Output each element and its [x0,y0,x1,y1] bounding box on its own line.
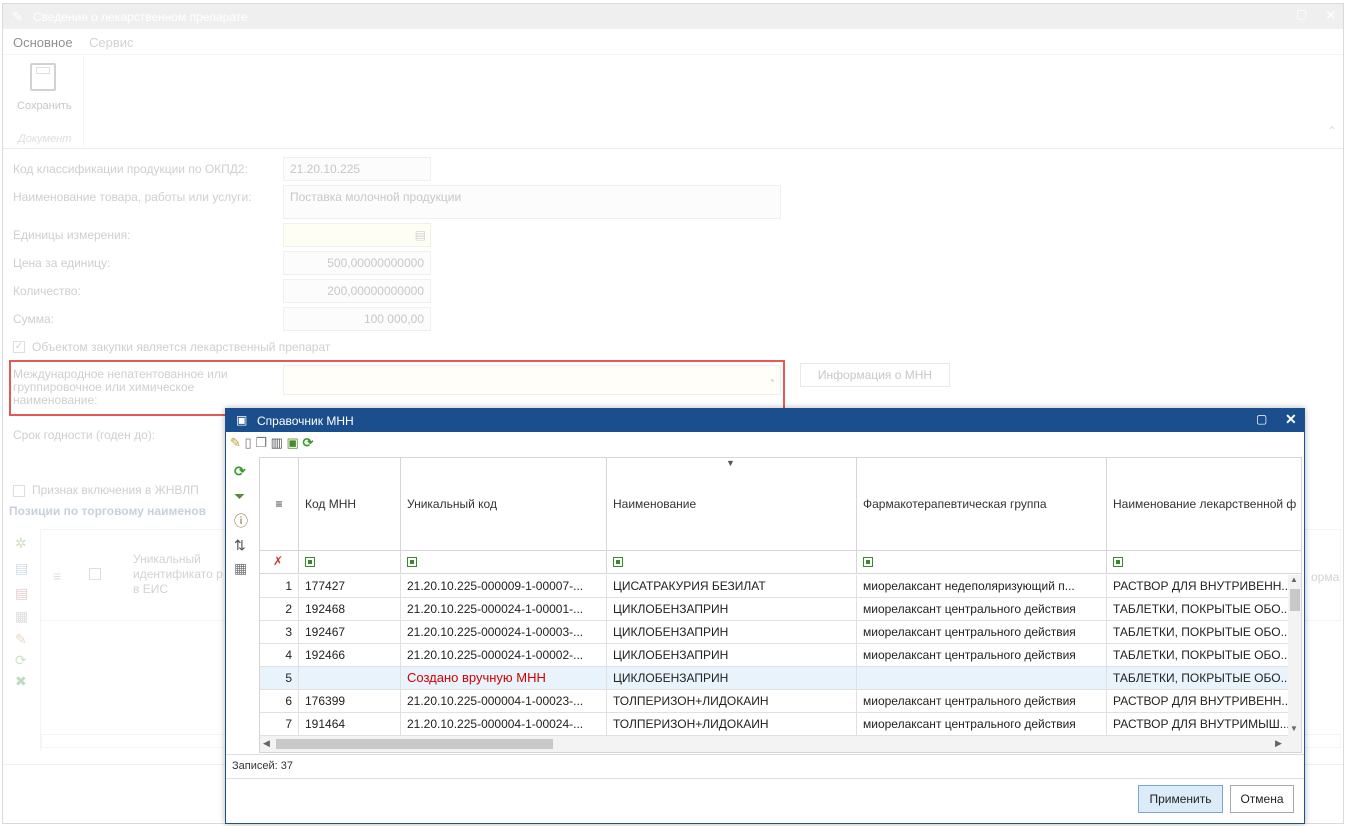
cell-form: ТАБЛЕТКИ, ПОКРЫТЫЕ ОБО... [1113,671,1288,685]
grid-body: 1 177427 21.20.10.225-000009-1-00007-... ЦИ… [260,575,1301,736]
filter-uid[interactable] [401,550,607,574]
table-row[interactable]: 7 191464 21.20.10.225-000004-1-00024-... ТО… [260,713,1301,736]
col-form-header[interactable]: Наименование лекарственной ф [1107,458,1301,550]
filter-clear-icon[interactable]: ✗ [260,550,299,574]
cell-group: миорелаксант центрального действия [857,690,1107,713]
mnn-grid: ≡ Код МНН Уникальный код Наименование ▼ … [259,457,1302,753]
cell-uid: 21.20.10.225-000004-1-00023-... [401,690,607,713]
col-name-label: Наименование [613,497,697,511]
filter-form[interactable] [1107,550,1301,574]
cell-uid: 21.20.10.225-000004-1-00024-... [401,713,607,736]
col-name-header[interactable]: Наименование ▼ [607,458,857,550]
cell-n: 4 [260,644,299,667]
book-icon: ▣ [236,413,248,427]
dialog-titlebar: ▣ Справочник МНН ▢ ✕ [226,409,1304,432]
cell-group [857,667,1107,690]
cell-form: ТАБЛЕТКИ, ПОКРЫТЫЕ ОБО... [1113,625,1288,639]
cell-code: 176399 [299,690,401,713]
table-row[interactable]: 3 192467 21.20.10.225-000024-1-00003-... ЦИ… [260,621,1301,644]
cell-code: 191464 [299,713,401,736]
cell-name: ТОЛПЕРИЗОН+ЛИДОКАИН [607,690,857,713]
filter-icon[interactable]: ⏷ [234,488,252,505]
cell-group: миорелаксант недеполяризующий п... [857,575,1107,598]
cell-uid: 21.20.10.225-000009-1-00007-... [401,575,607,598]
apply-button[interactable]: Применить [1138,785,1223,813]
mnn-dialog: ▣ Справочник МНН ▢ ✕ ✎ ▯ ❐ ▥ ▣ ⟳ ⟳ ⏷ ⓘ ⇅… [225,408,1305,824]
dialog-maximize-icon[interactable]: ▢ [1256,412,1267,426]
table-row[interactable]: 2 192468 21.20.10.225-000024-1-00001-... ЦИ… [260,598,1301,621]
cell-name: ЦИКЛОБЕНЗАПРИН [607,598,857,621]
cell-form: РАСТВОР ДЛЯ ВНУТРИВЕНН... [1113,694,1288,708]
cell-group: миорелаксант центрального действия [857,621,1107,644]
cell-name: ЦИКЛОБЕНЗАПРИН [607,621,857,644]
cell-uid: Создано вручную МНН [401,667,607,690]
cell-n: 2 [260,598,299,621]
print-icon[interactable]: ▥ [271,435,283,450]
grid-footer-divider [226,754,1304,755]
cancel-button[interactable]: Отмена [1230,785,1294,813]
refresh-icon[interactable]: ⟳ [302,435,313,450]
grid-hscrollbar[interactable]: ◀ ▶ [260,736,1301,752]
cell-uid: 21.20.10.225-000024-1-00002-... [401,644,607,667]
filter-name[interactable] [607,550,857,574]
cell-n: 3 [260,621,299,644]
footer-divider [226,778,1304,779]
cell-form: ТАБЛЕТКИ, ПОКРЫТЫЕ ОБО... [1113,602,1288,616]
sort-desc-icon: ▼ [726,458,735,468]
copy-icon[interactable]: ❐ [255,435,267,450]
edit-icon[interactable]: ✎ [230,435,241,450]
grid-menu-icon[interactable]: ≡ [260,458,299,550]
help-icon[interactable]: ▣ [287,435,299,450]
cell-name: ЦИКЛОБЕНЗАПРИН [607,644,857,667]
filter-group[interactable] [857,550,1107,574]
table-row[interactable]: 5 Создано вручную МНН ЦИКЛОБЕНЗАПРИН ТАБЛЕТ… [260,667,1301,690]
cell-uid: 21.20.10.225-000024-1-00001-... [401,598,607,621]
cell-code: 192466 [299,644,401,667]
sort-icon[interactable]: ⇅ [234,537,252,554]
info-icon[interactable]: ⓘ [234,511,252,531]
table-row[interactable]: 1 177427 21.20.10.225-000009-1-00007-... ЦИ… [260,575,1301,598]
cell-group: миорелаксант центрального действия [857,713,1107,736]
cell-n: 7 [260,713,299,736]
cell-name: ЦИСАТРАКУРИЯ БЕЗИЛАТ [607,575,857,598]
dialog-title: Справочник МНН [257,414,354,428]
new-document-icon[interactable]: ▯ [245,435,252,450]
cell-code: 177427 [299,575,401,598]
cell-n: 1 [260,575,299,598]
records-count: Записей: 37 [232,760,293,772]
table-row[interactable]: 4 192466 21.20.10.225-000024-1-00002-... ЦИ… [260,644,1301,667]
cell-n: 6 [260,690,299,713]
dialog-close-icon[interactable]: ✕ [1285,411,1297,428]
filter-code[interactable] [299,550,401,574]
cell-code: 192468 [299,598,401,621]
cell-code: 192467 [299,621,401,644]
col-uid-header[interactable]: Уникальный код [401,458,607,550]
col-group-header[interactable]: Фармакотерапевтическая группа [857,458,1107,550]
cell-n: 5 [260,667,299,690]
grid-settings-icon[interactable]: ▦ [234,560,252,577]
reload-icon[interactable]: ⟳ [234,463,256,480]
cell-code [299,667,401,690]
dialog-side-toolbar: ⟳ ⏷ ⓘ ⇅ ▦ [230,463,256,623]
cell-group: миорелаксант центрального действия [857,644,1107,667]
dialog-toolbar: ✎ ▯ ❐ ▥ ▣ ⟳ [230,435,313,453]
cell-name: ТОЛПЕРИЗОН+ЛИДОКАИН [607,713,857,736]
table-row[interactable]: 6 176399 21.20.10.225-000004-1-00023-... ТО… [260,690,1301,713]
grid-vscrollbar[interactable]: ▲ ▼ [1288,575,1301,736]
cell-name: ЦИКЛОБЕНЗАПРИН [607,667,857,690]
cell-form: РАСТВОР ДЛЯ ВНУТРИМЫШ... [1113,717,1288,731]
cell-group: миорелаксант центрального действия [857,598,1107,621]
col-code-header[interactable]: Код МНН [299,458,401,550]
cell-form: РАСТВОР ДЛЯ ВНУТРИВЕНН... [1113,579,1288,593]
cell-form: ТАБЛЕТКИ, ПОКРЫТЫЕ ОБО... [1113,648,1288,662]
cell-uid: 21.20.10.225-000024-1-00003-... [401,621,607,644]
